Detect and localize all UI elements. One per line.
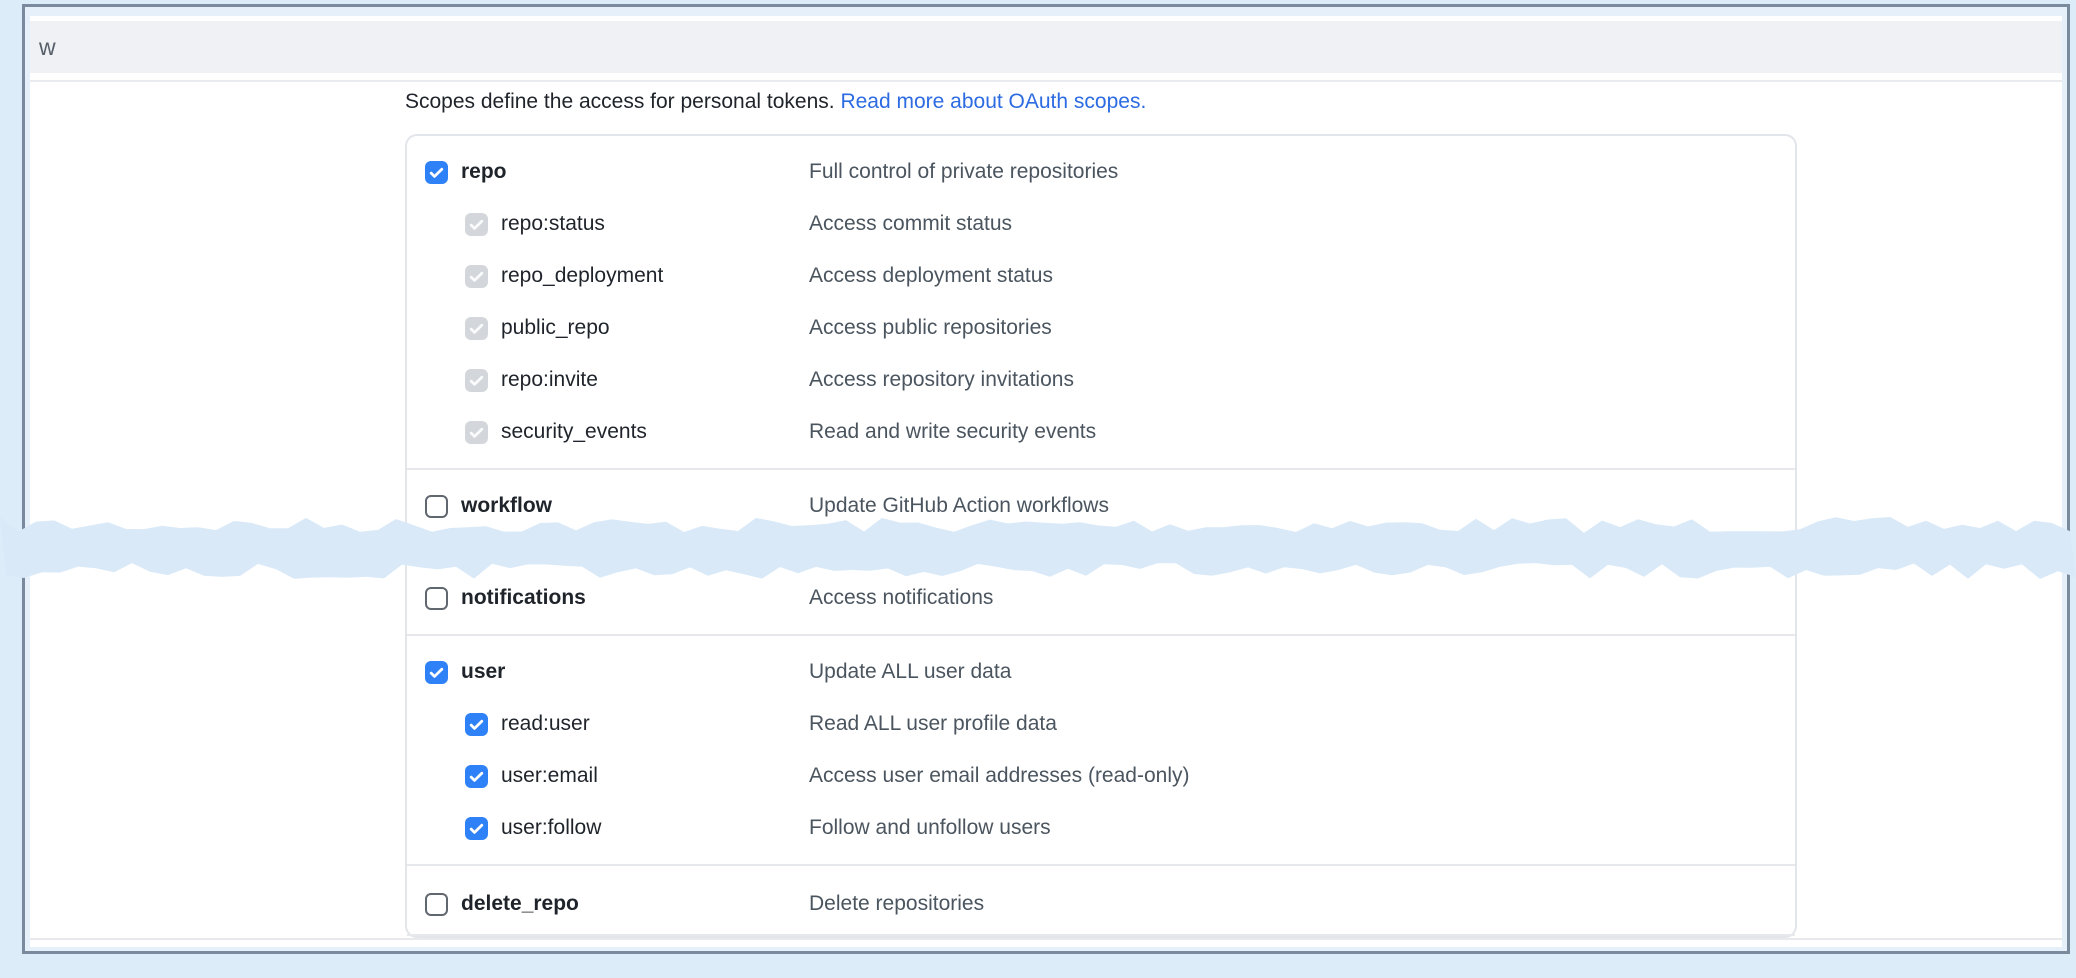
scope-name: repo:invite (501, 368, 598, 392)
scope-name: repo:status (501, 212, 605, 236)
scope-description: Access commit status (809, 212, 1012, 236)
scopes-section-top: repo Full control of private repositorie… (407, 136, 1795, 542)
scope-row: repo_deployment Access deployment status (407, 250, 1795, 302)
scope-description: Access deployment status (809, 264, 1053, 288)
scope-checkbox[interactable] (425, 587, 448, 610)
scope-checkbox[interactable] (465, 713, 488, 736)
scope-name: delete_repo (461, 892, 579, 916)
scope-checkbox (465, 317, 488, 340)
scope-description: Access public repositories (809, 316, 1052, 340)
check-icon (468, 216, 485, 233)
scope-name: user:follow (501, 816, 601, 840)
scope-row: notifications Access notifications (407, 572, 1795, 624)
tab-label: w (39, 34, 56, 61)
scope-row: repo:invite Access repository invitation… (407, 354, 1795, 406)
scope-description: Update GitHub Action workflows (809, 494, 1109, 518)
bottom-divider (30, 938, 2062, 940)
scope-checkbox (465, 213, 488, 236)
check-icon (428, 664, 445, 681)
check-icon (468, 716, 485, 733)
scope-checkbox[interactable] (425, 495, 448, 518)
check-icon (468, 372, 485, 389)
scope-name: read:user (501, 712, 590, 736)
check-icon (468, 768, 485, 785)
scope-row: public_repo Access public repositories (407, 302, 1795, 354)
scope-name: repo_deployment (501, 264, 663, 288)
scope-name: public_repo (501, 316, 610, 340)
scope-group-delete_repo: delete_repo Delete repositories (407, 864, 1795, 936)
scope-description: Delete repositories (809, 892, 984, 916)
scope-checkbox[interactable] (425, 161, 448, 184)
scope-name: user (461, 660, 505, 684)
main-area: Scopes define the access for personal to… (30, 82, 2062, 938)
scope-checkbox (465, 369, 488, 392)
intro-text: Scopes define the access for personal to… (405, 90, 835, 113)
scope-name: repo (461, 160, 507, 184)
scope-name: security_events (501, 420, 647, 444)
scope-row: read:user Read ALL user profile data (407, 698, 1795, 750)
scope-checkbox[interactable] (465, 765, 488, 788)
scope-description: Access user email addresses (read-only) (809, 764, 1189, 788)
scope-row: delete_repo Delete repositories (407, 878, 1795, 930)
check-icon (468, 320, 485, 337)
scope-row: repo Full control of private repositorie… (407, 146, 1795, 198)
scopes-section-bottom: notifications Access notifications user … (407, 562, 1795, 936)
scope-row: user:email Access user email addresses (… (407, 750, 1795, 802)
scope-description: Update ALL user data (809, 660, 1011, 684)
scope-checkbox (465, 421, 488, 444)
check-icon (468, 268, 485, 285)
scope-group-user: user Update ALL user data read:user Read… (407, 634, 1795, 864)
scopes-intro: Scopes define the access for personal to… (405, 87, 2062, 117)
scope-description: Access repository invitations (809, 368, 1074, 392)
scope-row: user:follow Follow and unfollow users (407, 802, 1795, 854)
scope-group-repo: repo Full control of private repositorie… (407, 136, 1795, 468)
check-icon (428, 590, 445, 607)
scope-row: repo:status Access commit status (407, 198, 1795, 250)
scope-description: Read ALL user profile data (809, 712, 1057, 736)
scope-row: security_events Read and write security … (407, 406, 1795, 458)
scope-description: Access notifications (809, 586, 993, 610)
scope-description: Read and write security events (809, 420, 1096, 444)
scope-description: Follow and unfollow users (809, 816, 1051, 840)
check-icon (468, 424, 485, 441)
scope-name: user:email (501, 764, 598, 788)
tab-bar: w (30, 21, 2062, 73)
scope-name: notifications (461, 586, 586, 610)
check-icon (468, 820, 485, 837)
check-icon (428, 164, 445, 181)
scope-checkbox (465, 265, 488, 288)
page-content: w Scopes define the access for personal … (30, 16, 2062, 947)
scope-description: Full control of private repositories (809, 160, 1118, 184)
scope-checkbox[interactable] (425, 661, 448, 684)
oauth-scopes-link[interactable]: Read more about OAuth scopes. (840, 90, 1146, 113)
browser-window: w Scopes define the access for personal … (22, 4, 2070, 954)
check-icon (428, 896, 445, 913)
scope-name: workflow (461, 494, 552, 518)
check-icon (428, 498, 445, 515)
scope-checkbox[interactable] (425, 893, 448, 916)
scope-checkbox[interactable] (465, 817, 488, 840)
scope-row: user Update ALL user data (407, 646, 1795, 698)
